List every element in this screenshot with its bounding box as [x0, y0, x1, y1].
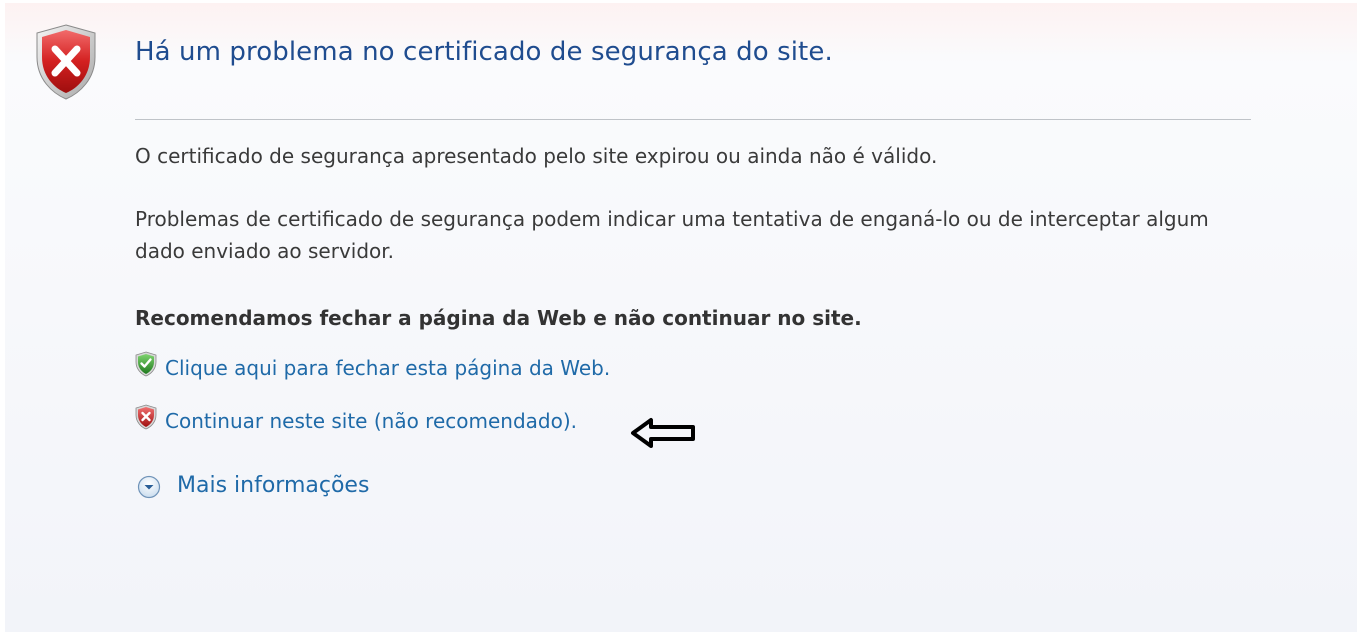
- red-shield-x-icon: [135, 404, 157, 430]
- certificate-error-page: Há um problema no certificado de seguran…: [5, 3, 1357, 632]
- continue-site-link[interactable]: Continuar neste site (não recomendado).: [165, 409, 577, 433]
- certificate-expired-message: O certificado de segurança apresentado p…: [135, 144, 938, 168]
- security-warning-message: Problemas de certificado de segurança po…: [135, 207, 1209, 263]
- red-shield-x-icon: [36, 24, 96, 100]
- page-title: Há um problema no certificado de seguran…: [135, 37, 833, 67]
- more-info-toggle[interactable]: Mais informações: [137, 471, 369, 499]
- green-shield-check-icon: [135, 351, 157, 377]
- chevron-down-circle-icon: [137, 475, 161, 499]
- close-page-link[interactable]: Clique aqui para fechar esta página da W…: [165, 356, 610, 380]
- title-divider: [135, 119, 1251, 120]
- continue-site-row[interactable]: Continuar neste site (não recomendado).: [135, 404, 577, 433]
- left-arrow-icon: [631, 418, 695, 448]
- more-info-label[interactable]: Mais informações: [177, 473, 369, 498]
- recommendation-text: Recomendamos fechar a página da Web e nã…: [135, 306, 862, 330]
- close-page-row[interactable]: Clique aqui para fechar esta página da W…: [135, 351, 610, 380]
